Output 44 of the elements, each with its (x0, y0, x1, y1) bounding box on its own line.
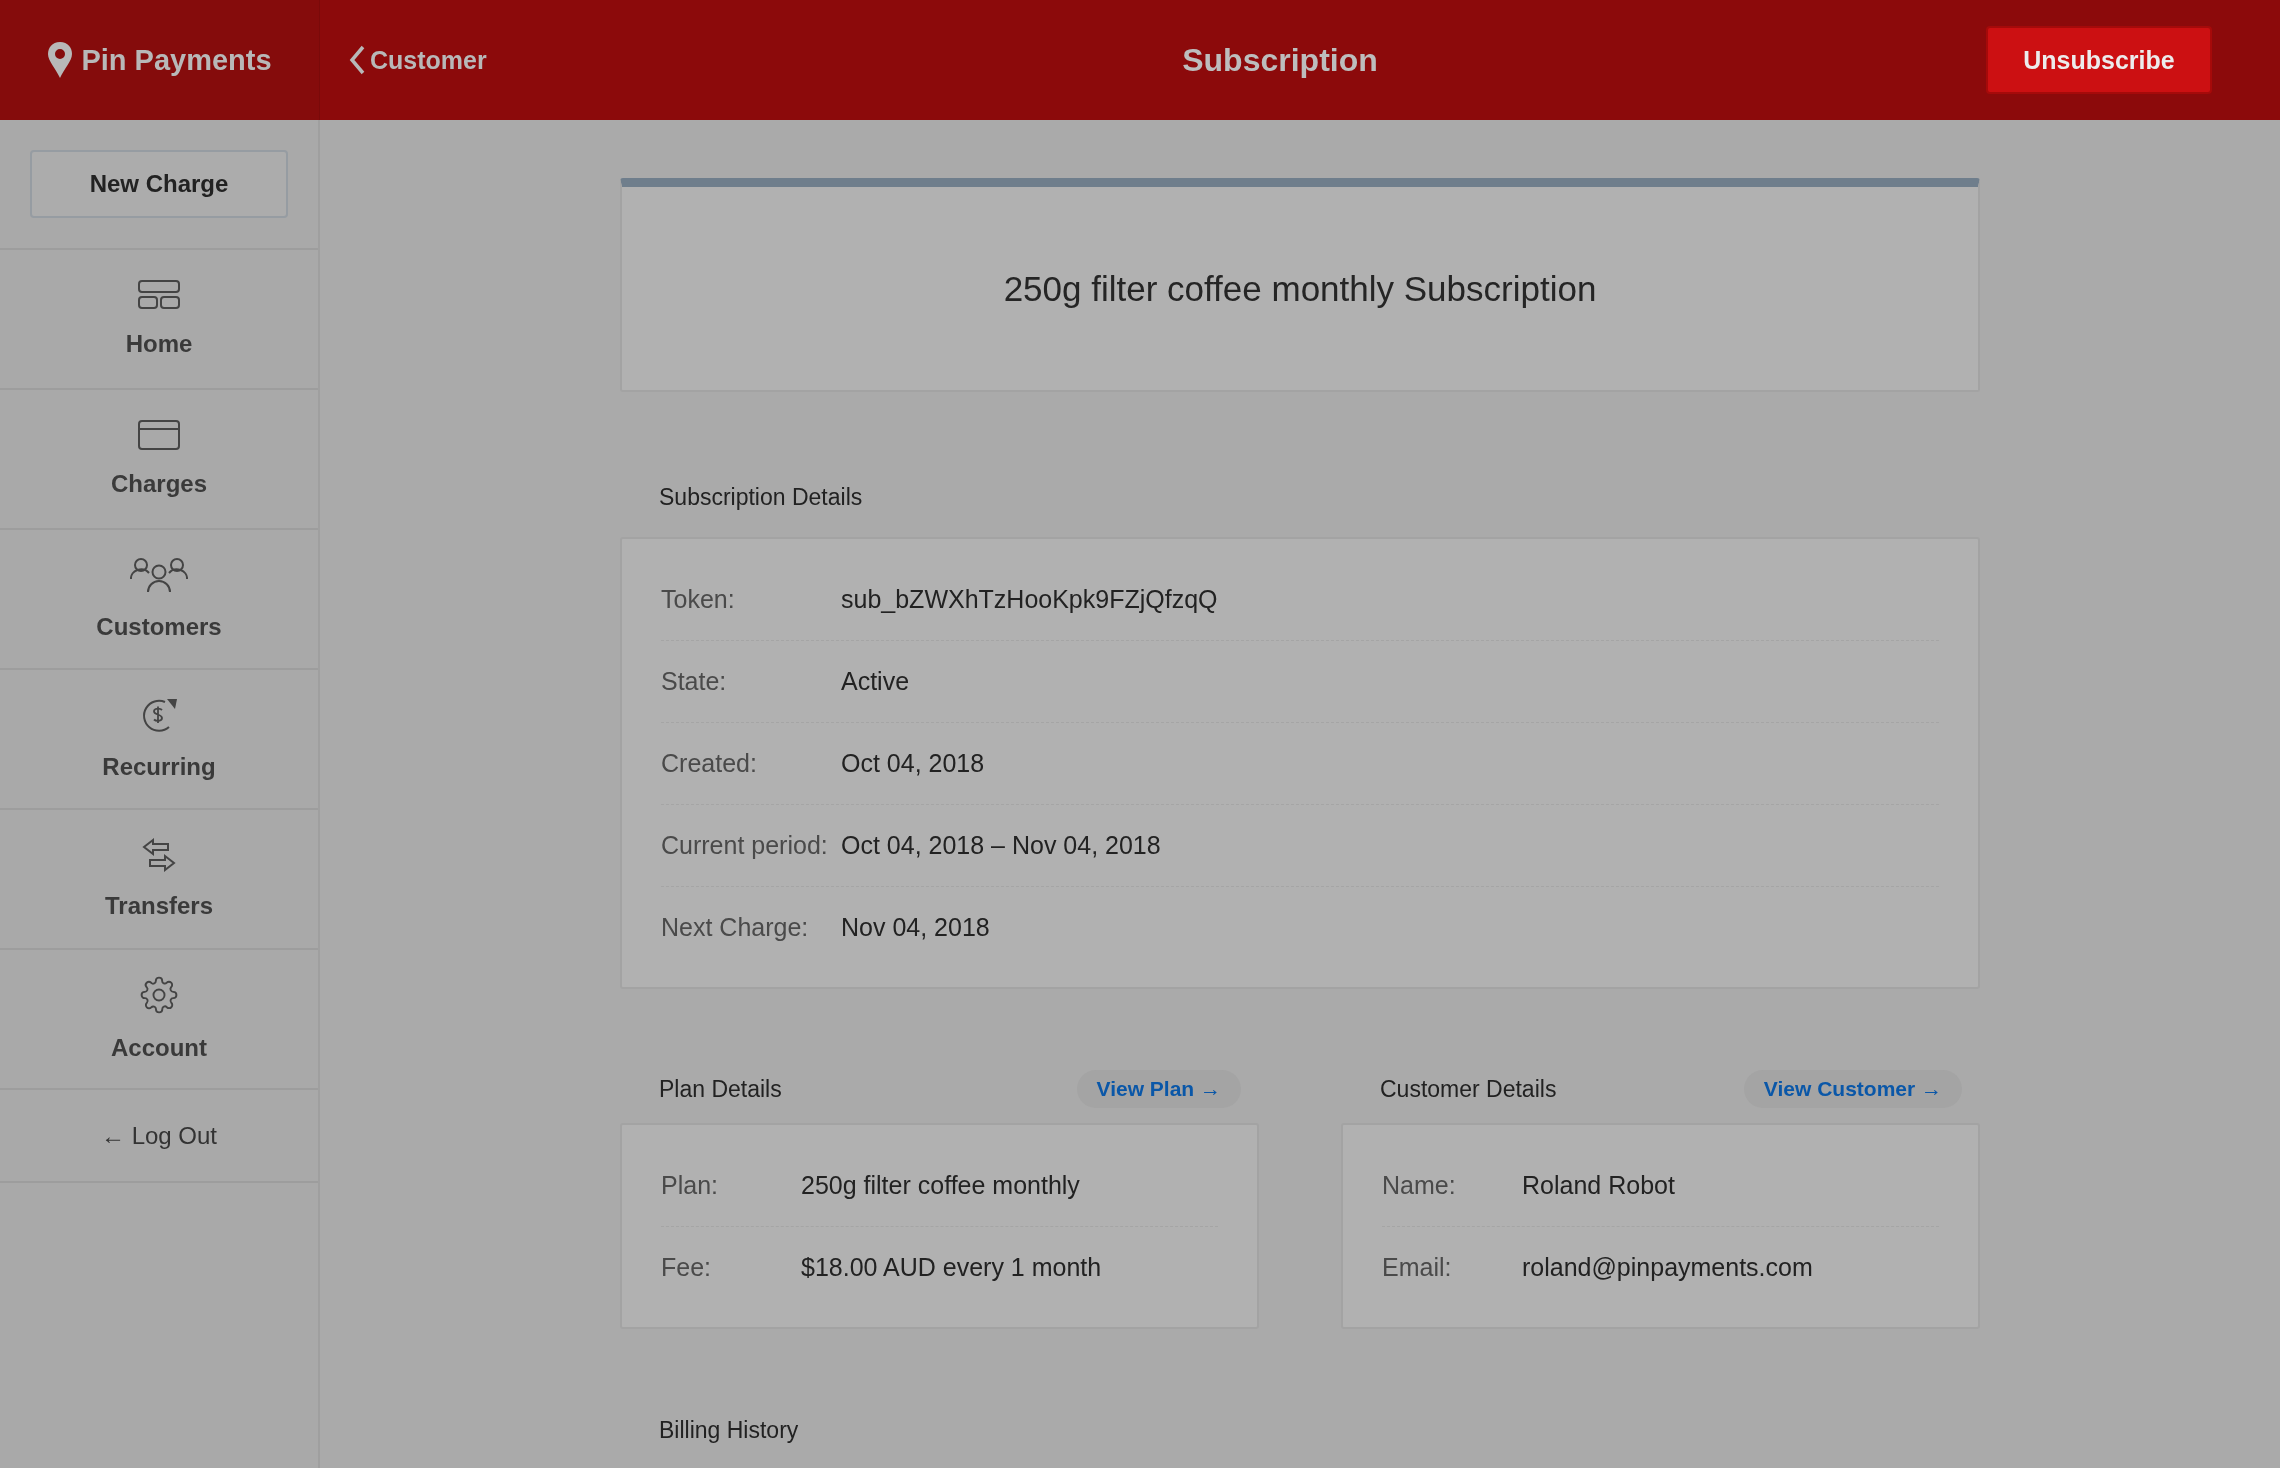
unsubscribe-button[interactable]: Unsubscribe (1986, 26, 2212, 94)
map-pin-icon (47, 41, 74, 79)
field-label: Fee: (661, 1253, 713, 1282)
section-heading: Customer Details (1379, 1075, 1557, 1103)
field-label: Token: (661, 584, 736, 614)
logout-link[interactable]: ← Log Out (0, 1090, 318, 1183)
field-label: Plan: (661, 1170, 719, 1200)
page-title: Subscription (1181, 41, 1379, 79)
field-value: Oct 04, 2018 (841, 749, 985, 778)
section-heading: Subscription Details (658, 484, 864, 511)
field-label: Email: (1382, 1253, 1453, 1282)
nav-item[interactable]: Home (0, 250, 318, 390)
section-heading: Plan Details (658, 1075, 782, 1103)
nav-item[interactable]: Charges (0, 390, 318, 530)
nav-item[interactable]: Transfers (0, 810, 318, 950)
field-label: Name: (1382, 1170, 1457, 1200)
field-value: sub_bZWXhTzHooKpk9FZjQfzqQ (841, 584, 1218, 614)
field-label: State: (661, 667, 728, 696)
logo-text: Pin Payments (81, 43, 272, 77)
view-link[interactable]: View Plan → (1076, 1070, 1241, 1108)
nav-item[interactable]: Customers (0, 530, 318, 670)
back-link[interactable]: Customer (348, 45, 688, 75)
layout-icon (138, 280, 180, 310)
settings-icon (140, 976, 178, 1014)
field-value: Roland Robot (1522, 1170, 1675, 1200)
nav-item[interactable]: Account (0, 950, 318, 1090)
people-icon (130, 557, 188, 593)
transfer-arrows-icon (142, 838, 176, 872)
new-charge-button[interactable]: New Charge (30, 150, 288, 218)
field-value: Oct 04, 2018 – Nov 04, 2018 (841, 831, 1161, 860)
field-value: 250g filter coffee monthly (801, 1170, 1080, 1200)
credit-card-icon (138, 420, 180, 450)
nav-item[interactable]: Recurring (0, 670, 318, 810)
field-value: Active (841, 667, 910, 696)
field-label: Current period: (661, 831, 829, 860)
chevron-left-icon (348, 45, 366, 75)
field-label: Created: (661, 749, 758, 778)
field-value: roland@pinpayments.com (1522, 1253, 1813, 1282)
field-label: Next Charge: (661, 913, 810, 942)
section-heading: Billing History (658, 1417, 800, 1444)
field-value: Nov 04, 2018 (841, 913, 990, 942)
view-link[interactable]: View Customer → (1743, 1070, 1962, 1108)
field-value: $18.00 AUD every 1 month (801, 1253, 1102, 1282)
subscription-title: 250g filter coffee monthly Subscription (1003, 268, 1597, 309)
